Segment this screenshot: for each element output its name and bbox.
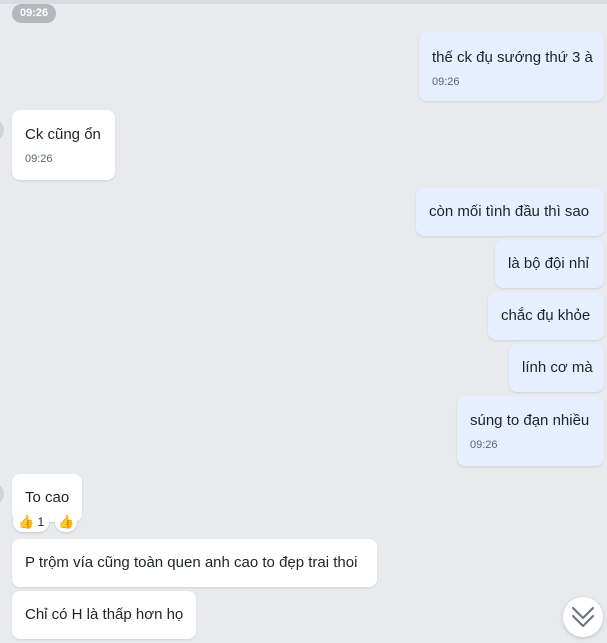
message-text: chắc đụ khỏe [501, 307, 591, 324]
message-bubble-outgoing[interactable]: là bộ đội nhỉ [495, 240, 604, 288]
reaction-badge[interactable]: 👍 1 [13, 512, 50, 532]
message-text: thế ck đụ sướng thứ 3 à [432, 49, 593, 66]
avatar[interactable] [0, 119, 4, 141]
message-bubble-outgoing[interactable]: thế ck đụ sướng thứ 3 à 09:26 [419, 31, 604, 101]
avatar[interactable] [0, 483, 4, 505]
scroll-to-bottom-button[interactable] [563, 597, 603, 637]
message-text: Chỉ có H là thấp hơn họ [25, 606, 184, 623]
message-time: 09:26 [432, 76, 460, 88]
message-time: 09:26 [25, 153, 53, 165]
message-text: là bộ đội nhỉ [508, 255, 589, 272]
double-chevron-down-icon [571, 606, 595, 628]
message-text: còn mối tình đầu thì sao [429, 203, 590, 220]
top-divider [0, 0, 607, 4]
chat-view: 09:26 thế ck đụ sướng thứ 3 à 09:26 Ck c… [0, 0, 607, 643]
message-bubble-incoming[interactable]: Chỉ có H là thấp hơn họ [12, 591, 196, 639]
message-bubble-outgoing[interactable]: chắc đụ khỏe [488, 292, 604, 340]
message-text: Ck cũng ổn [25, 126, 101, 143]
thumbs-up-icon: 👍 [18, 514, 35, 529]
message-text: súng to đạn nhiều [470, 412, 590, 429]
message-bubble-incoming[interactable]: Ck cũng ổn 09:26 [12, 110, 115, 180]
reaction-count: 1 [37, 515, 45, 529]
add-reaction-button[interactable]: 👍 [55, 512, 77, 532]
message-bubble-outgoing[interactable]: súng to đạn nhiều 09:26 [457, 396, 604, 466]
thumbs-up-icon: 👍 [58, 514, 75, 529]
time-separator: 09:26 [12, 4, 57, 23]
message-time: 09:26 [470, 439, 498, 451]
message-text: lính cơ mà [522, 359, 593, 376]
message-text: P trộm vía cũng toàn quen anh cao to đẹp… [25, 554, 358, 571]
message-bubble-incoming[interactable]: P trộm vía cũng toàn quen anh cao to đẹp… [12, 539, 377, 587]
message-bubble-outgoing[interactable]: lính cơ mà [509, 344, 604, 392]
message-bubble-outgoing[interactable]: còn mối tình đầu thì sao [416, 188, 604, 236]
